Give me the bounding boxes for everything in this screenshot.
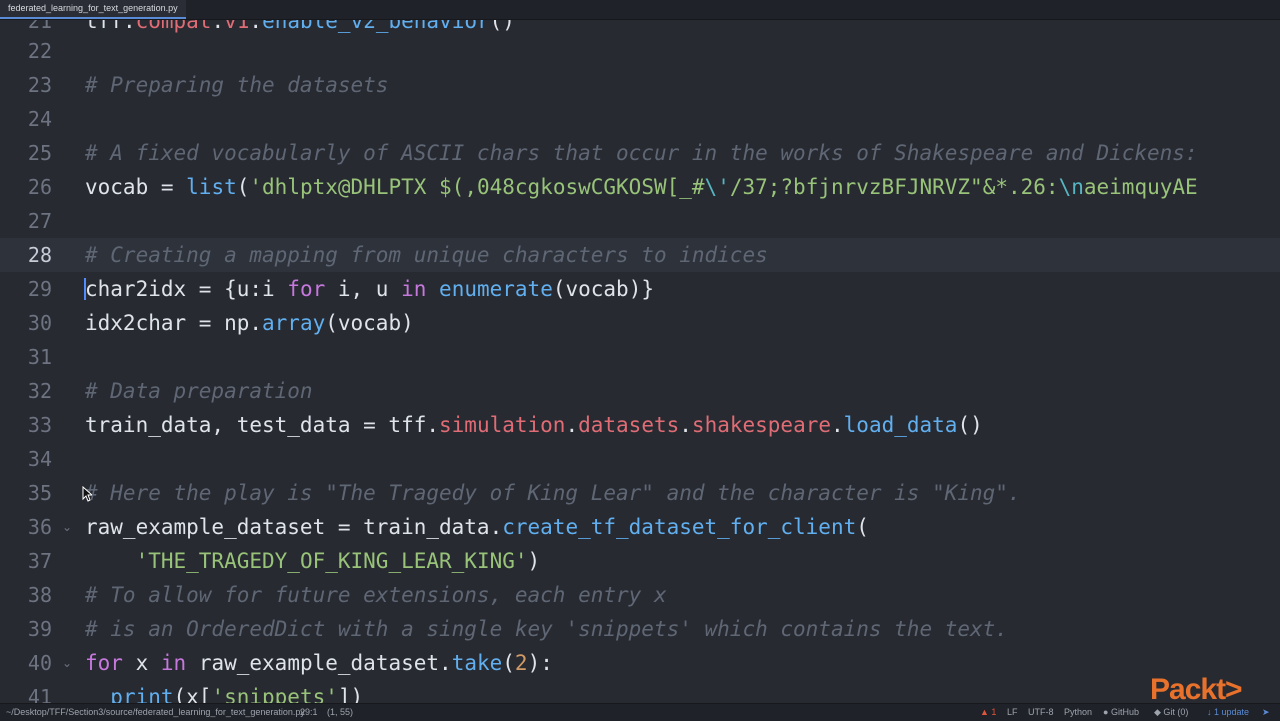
code-line[interactable]: 24 (0, 102, 1280, 136)
code-line[interactable]: 23 # Preparing the datasets (0, 68, 1280, 102)
line-number: 35 (27, 481, 52, 505)
packt-logo: Packt> (1150, 673, 1243, 706)
line-number: 41 (27, 685, 52, 703)
line-number: 24 (27, 107, 52, 131)
code-line[interactable]: 35 # Here the play is "The Tragedy of Ki… (0, 476, 1280, 510)
code-comment[interactable]: # A fixed vocabularly of ASCII chars tha… (85, 136, 1198, 170)
current-code-line[interactable]: 28 # Creating a mapping from unique char… (0, 238, 1280, 272)
code-line[interactable]: 40 ⌄ for x in raw_example_dataset.take(2… (0, 646, 1280, 680)
line-number: 32 (27, 379, 52, 403)
code-line[interactable]: 33 train_data, test_data = tff.simulatio… (0, 408, 1280, 442)
line-number: 30 (27, 311, 52, 335)
status-line-ending[interactable]: LF (1007, 704, 1018, 721)
line-number: 28 (27, 243, 52, 267)
code-comment[interactable]: # Data preparation (85, 374, 313, 408)
code-line[interactable]: 22 (0, 34, 1280, 68)
line-number: 31 (27, 345, 52, 369)
code-comment[interactable]: # Here the play is "The Tragedy of King … (85, 476, 1021, 510)
line-number: 37 (27, 549, 52, 573)
status-github-label: GitHub (1110, 707, 1139, 717)
code-text[interactable]: 'THE_TRAGEDY_OF_KING_LEAR_KING') (85, 544, 541, 578)
line-number: 38 (27, 583, 52, 607)
line-number: 36 (27, 515, 52, 539)
line-number: 26 (27, 175, 52, 199)
code-editor[interactable]: 21 tff.compat.v1.enable_v2_behavior() 22… (0, 0, 1280, 703)
bird-icon[interactable]: ➤ (1262, 704, 1270, 721)
code-text[interactable]: for x in raw_example_dataset.take(2): (85, 646, 553, 680)
code-comment[interactable]: # To allow for future extensions, each e… (85, 578, 667, 612)
code-text[interactable]: idx2char = np.array(vocab) (85, 306, 414, 340)
line-number: 25 (27, 141, 52, 165)
status-issues-count: 1 (991, 707, 997, 717)
status-bar: ~/Desktop/TFF/Section3/source/federated_… (0, 703, 1280, 721)
code-line[interactable]: 37 'THE_TRAGEDY_OF_KING_LEAR_KING') (0, 544, 1280, 578)
code-text[interactable]: vocab = list('dhlptx@DHLPTX $(,048cgkosw… (85, 170, 1198, 204)
line-number: 33 (27, 413, 52, 437)
code-comment[interactable]: # is an OrderedDict with a single key 's… (85, 612, 1008, 646)
line-number: 23 (27, 73, 52, 97)
tab-active-file[interactable]: federated_learning_for_text_generation.p… (0, 0, 186, 19)
code-line[interactable]: 26 vocab = list('dhlptx@DHLPTX $(,048cgk… (0, 170, 1280, 204)
status-issues[interactable]: ▲ 1 (980, 704, 996, 721)
fold-chevron-icon[interactable]: ⌄ (62, 510, 72, 544)
line-number: 39 (27, 617, 52, 641)
code-line[interactable]: 25 # A fixed vocabularly of ASCII chars … (0, 136, 1280, 170)
line-number: 40 (27, 651, 52, 675)
fold-chevron-icon[interactable]: ⌄ (62, 646, 72, 680)
status-github[interactable]: ● GitHub (1103, 704, 1139, 721)
code-line[interactable]: 32 # Data preparation (0, 374, 1280, 408)
code-line[interactable]: 39 # is an OrderedDict with a single key… (0, 612, 1280, 646)
status-cursor-position[interactable]: 29:1 (300, 704, 318, 721)
line-number: 34 (27, 447, 52, 471)
code-text[interactable]: raw_example_dataset = train_data.create_… (85, 510, 869, 544)
status-selection-count[interactable]: (1, 55) (327, 704, 353, 721)
code-line[interactable]: 34 (0, 442, 1280, 476)
line-number: 29 (27, 277, 52, 301)
status-file-path[interactable]: ~/Desktop/TFF/Section3/source/federated_… (6, 704, 305, 721)
code-line[interactable]: 36 ⌄ raw_example_dataset = train_data.cr… (0, 510, 1280, 544)
code-line[interactable]: 27 (0, 204, 1280, 238)
mouse-pointer-icon (82, 486, 92, 502)
code-line[interactable]: 31 (0, 340, 1280, 374)
code-text[interactable]: char2idx = {u:i for i, u in enumerate(vo… (85, 272, 654, 306)
status-grammar[interactable]: Python (1064, 704, 1092, 721)
tab-bar: federated_learning_for_text_generation.p… (0, 0, 1280, 20)
code-text[interactable]: print(x['snippets']) (85, 680, 363, 703)
status-encoding[interactable]: UTF-8 (1028, 704, 1054, 721)
code-line[interactable]: 30 idx2char = np.array(vocab) (0, 306, 1280, 340)
code-text[interactable]: train_data, test_data = tff.simulation.d… (85, 408, 983, 442)
line-number: 27 (27, 209, 52, 233)
line-number: 22 (27, 39, 52, 63)
code-comment[interactable]: # Preparing the datasets (85, 68, 388, 102)
code-line[interactable]: 41 print(x['snippets']) (0, 680, 1280, 703)
code-comment[interactable]: # Creating a mapping from unique charact… (85, 238, 768, 272)
code-line[interactable]: 38 # To allow for future extensions, eac… (0, 578, 1280, 612)
code-line[interactable]: 29 char2idx = {u:i for i, u in enumerate… (0, 272, 1280, 306)
